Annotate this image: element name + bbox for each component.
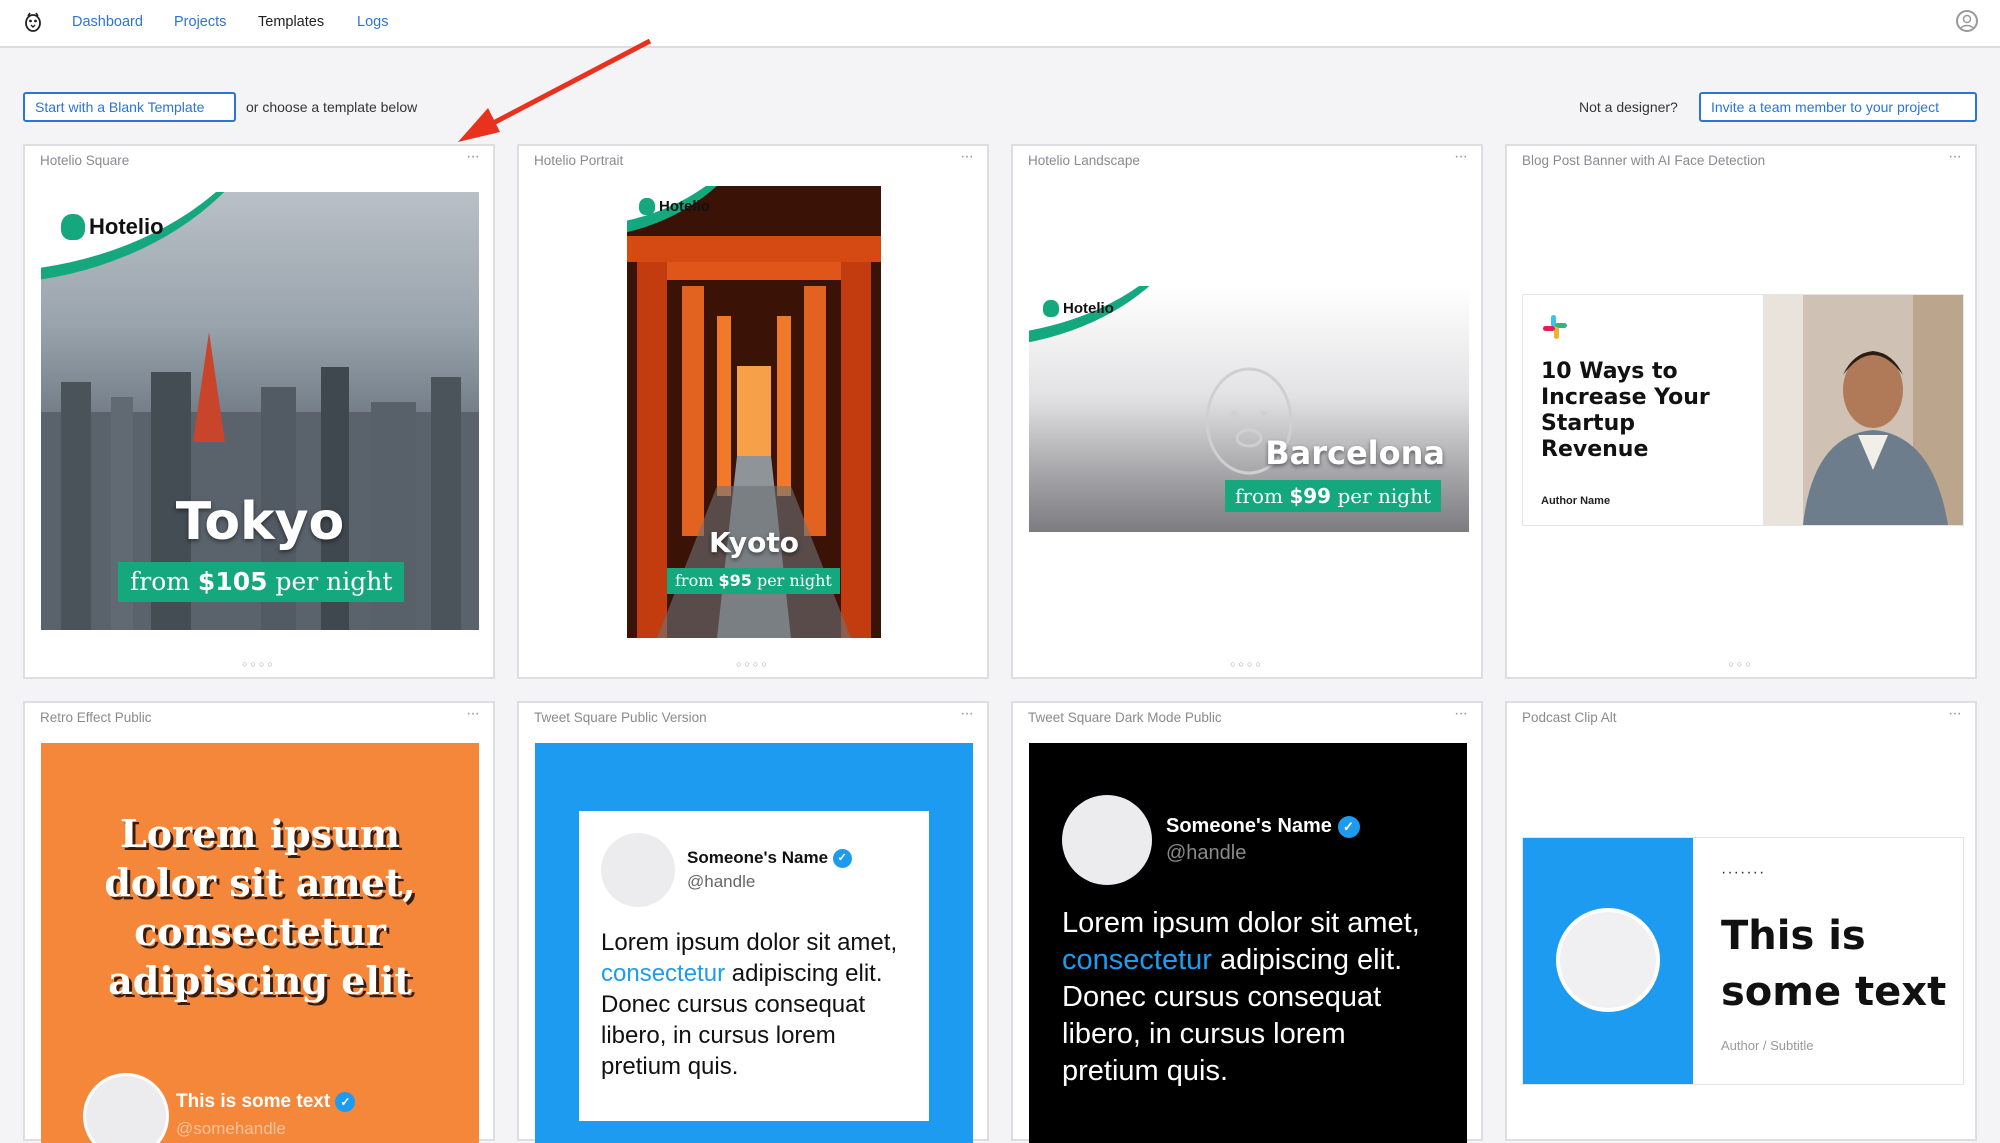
- verified-badge-icon: ✓: [335, 1091, 356, 1112]
- carousel-dots[interactable]: ○○○○: [1013, 659, 1481, 669]
- podcast-preview: ······· This is some text Author / Subti…: [1522, 837, 1964, 1085]
- tweet-avatar: [601, 833, 675, 907]
- template-card-podcast-clip[interactable]: Podcast Clip Alt ··· ······· This is som…: [1505, 701, 1977, 1141]
- nav-templates[interactable]: Templates: [258, 14, 324, 30]
- tweet-avatar: [1062, 795, 1152, 885]
- template-card-blog-banner[interactable]: Blog Post Banner with AI Face Detection …: [1505, 144, 1977, 679]
- card-title: Hotelio Square: [40, 153, 130, 168]
- tweet-text: Lorem ipsum dolor sit amet, consectetur …: [1062, 907, 1420, 1087]
- card-menu-icon[interactable]: ···: [960, 705, 974, 723]
- card-title: Blog Post Banner with AI Face Detection: [1522, 153, 1766, 168]
- tweet-handle: @handle: [687, 872, 756, 891]
- template-card-hotelio-landscape[interactable]: Hotelio Landscape ··· Hotelio Barcelona …: [1011, 144, 1483, 679]
- hotelio-logo: Hotelio: [61, 214, 164, 240]
- carousel-dots[interactable]: ○○○○: [25, 659, 493, 669]
- nav-dashboard[interactable]: Dashboard: [72, 14, 143, 30]
- kyoto-preview: Hotelio Kyoto from $95 per night: [627, 186, 881, 638]
- podcast-avatar: [1556, 908, 1660, 1012]
- template-card-hotelio-square[interactable]: Hotelio Square ··· Hotelio Tokyo from $1…: [23, 144, 495, 679]
- top-navigation-bar: Dashboard Projects Templates Logs: [0, 0, 2000, 48]
- carousel-dots[interactable]: ○○○: [1507, 659, 1975, 669]
- card-title: Hotelio Landscape: [1028, 153, 1140, 168]
- hotelio-curve: [1029, 286, 1209, 348]
- city-name: Tokyo: [175, 492, 345, 552]
- retro-preview: Lorem ipsum dolor sit amet, consectetur …: [41, 743, 479, 1143]
- owl-logo-icon: [1043, 300, 1059, 317]
- template-card-tweet-square[interactable]: Tweet Square Public Version ··· Someone'…: [517, 701, 989, 1143]
- brand-name: Hotelio: [1063, 300, 1114, 317]
- blog-banner-preview: 10 Ways to Increase Your Startup Revenue…: [1522, 294, 1964, 526]
- tweet-header: Someone's Name ✓ @handle: [1062, 795, 1360, 885]
- nav-projects[interactable]: Projects: [174, 14, 226, 30]
- template-card-hotelio-portrait[interactable]: Hotelio Portrait ··· Hotelio Kyoto from …: [517, 144, 989, 679]
- choose-template-text: or choose a template below: [246, 99, 418, 115]
- retro-headline: Lorem ipsum dolor sit amet, consectetur …: [104, 811, 416, 1003]
- barcelona-preview: Hotelio Barcelona from $99 per night: [1029, 286, 1469, 532]
- card-menu-icon[interactable]: ···: [960, 148, 974, 166]
- nav-logs[interactable]: Logs: [357, 14, 388, 30]
- tweet-header: Someone's Name ✓ @handle: [601, 833, 852, 907]
- slack-logo-icon: [1543, 315, 1567, 339]
- app-logo-icon[interactable]: [22, 10, 44, 34]
- person-photo-image: [1763, 295, 1963, 525]
- card-menu-icon[interactable]: ···: [1948, 148, 1962, 166]
- tweet-text: Lorem ipsum dolor sit amet, consectetur …: [601, 929, 898, 1080]
- card-title: Podcast Clip Alt: [1522, 710, 1617, 725]
- retro-name: This is some text ✓: [176, 1091, 356, 1113]
- card-menu-icon[interactable]: ···: [466, 148, 480, 166]
- price-pill: from $105 per night: [118, 562, 405, 602]
- podcast-dots: ·······: [1721, 864, 1766, 881]
- card-menu-icon[interactable]: ···: [1454, 705, 1468, 723]
- carousel-dots[interactable]: ○○○○: [519, 659, 987, 669]
- card-title: Hotelio Portrait: [534, 153, 624, 168]
- price-pill: from $95 per night: [667, 568, 840, 594]
- city-name: Kyoto: [708, 526, 799, 559]
- brand-name: Hotelio: [89, 214, 164, 239]
- city-name: Barcelona: [1265, 434, 1445, 472]
- template-card-tweet-dark[interactable]: Tweet Square Dark Mode Public ··· Someon…: [1011, 701, 1483, 1143]
- card-menu-icon[interactable]: ···: [466, 705, 480, 723]
- tweet-card: Someone's Name ✓ @handle Lorem ipsum dol…: [579, 811, 929, 1121]
- verified-badge-icon: ✓: [832, 849, 852, 868]
- podcast-headline: This is some text: [1721, 913, 1947, 1015]
- price-pill: from $99 per night: [1225, 480, 1441, 512]
- blog-headline: 10 Ways to Increase Your Startup Revenue: [1541, 359, 1710, 462]
- not-designer-text: Not a designer?: [1579, 99, 1678, 115]
- tweet-dark-preview: Someone's Name ✓ @handle Lorem ipsum dol…: [1029, 743, 1467, 1143]
- card-menu-icon[interactable]: ···: [1454, 148, 1468, 166]
- start-blank-template-button[interactable]: Start with a Blank Template: [23, 92, 236, 122]
- card-menu-icon[interactable]: ···: [1948, 705, 1962, 723]
- blog-author: Author Name: [1541, 495, 1611, 507]
- hotelio-logo: Hotelio: [639, 198, 710, 215]
- card-title: Tweet Square Dark Mode Public: [1028, 710, 1222, 725]
- tweet-name: Someone's Name ✓: [1166, 815, 1360, 838]
- podcast-blue-panel: [1523, 838, 1693, 1084]
- card-title: Tweet Square Public Version: [534, 710, 707, 725]
- brand-name: Hotelio: [659, 198, 710, 215]
- user-avatar-icon[interactable]: [1956, 10, 1978, 32]
- owl-logo-icon: [61, 214, 85, 240]
- tokyo-preview: Hotelio Tokyo from $105 per night: [41, 192, 479, 630]
- owl-logo-icon: [639, 198, 655, 215]
- card-title: Retro Effect Public: [40, 710, 152, 725]
- template-card-retro-effect[interactable]: Retro Effect Public ··· Lorem ipsum dolo…: [23, 701, 495, 1143]
- retro-handle: @somehandle: [176, 1119, 286, 1138]
- hotelio-logo: Hotelio: [1043, 300, 1114, 317]
- tweet-handle: @handle: [1166, 842, 1247, 864]
- tweet-name: Someone's Name ✓: [687, 848, 852, 868]
- retro-avatar: [83, 1073, 169, 1143]
- verified-badge-icon: ✓: [1337, 815, 1360, 838]
- invite-team-member-button[interactable]: Invite a team member to your project: [1699, 92, 1977, 122]
- podcast-subtitle: Author / Subtitle: [1721, 1038, 1814, 1053]
- tweet-square-preview: Someone's Name ✓ @handle Lorem ipsum dol…: [535, 743, 973, 1143]
